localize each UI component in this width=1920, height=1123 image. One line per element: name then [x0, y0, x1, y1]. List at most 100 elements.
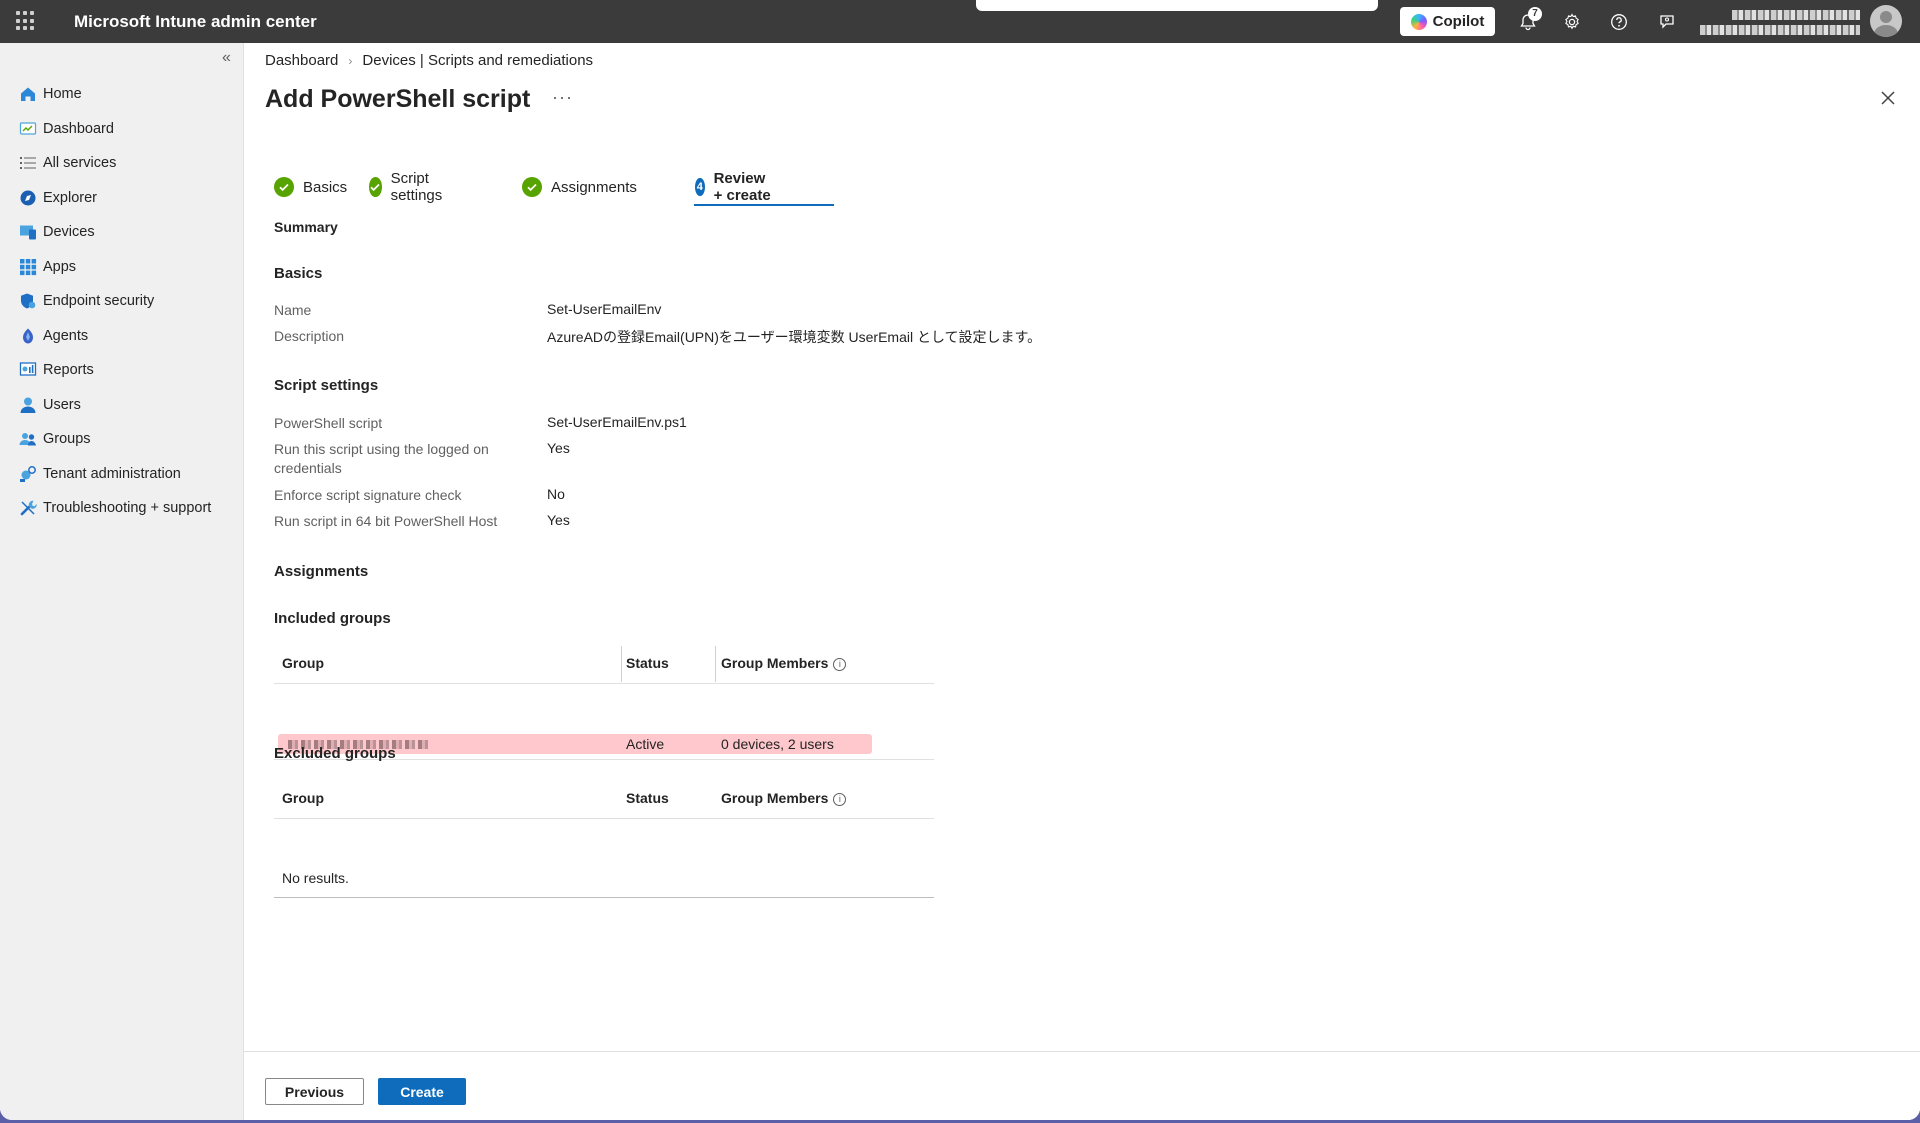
column-header-status[interactable]: Status	[626, 779, 669, 817]
close-button[interactable]	[1877, 87, 1899, 109]
settings-button[interactable]	[1560, 10, 1584, 34]
chevron-right-icon: ›	[348, 53, 353, 68]
sidebar-item-all-services[interactable]: All services	[0, 146, 243, 181]
run-64bit-value: Yes	[547, 512, 570, 528]
more-options-icon[interactable]: ···	[552, 87, 573, 108]
avatar[interactable]	[1870, 5, 1902, 37]
previous-button[interactable]: Previous	[265, 1078, 364, 1105]
sidebar-item-home[interactable]: Home	[0, 77, 243, 112]
info-icon[interactable]: i	[833, 793, 847, 806]
agents-icon	[18, 326, 38, 346]
sidebar-item-devices[interactable]: Devices	[0, 215, 243, 250]
run-logged-on-label: Run this script using the logged on cred…	[274, 441, 489, 476]
step-label: Basics	[303, 178, 348, 196]
top-bar: Microsoft Intune admin center Copilot 7	[0, 0, 1920, 43]
tenant-icon	[18, 464, 38, 484]
breadcrumb-dashboard[interactable]: Dashboard	[265, 52, 338, 69]
tab-basics[interactable]: Basics	[274, 173, 347, 201]
sidebar-item-reports[interactable]: Reports	[0, 353, 243, 388]
powershell-script-value: Set-UserEmailEnv.ps1	[547, 414, 687, 430]
copilot-icon	[1410, 13, 1427, 30]
sidebar: « Home Dashboard All services Explorer D…	[0, 43, 244, 1120]
sidebar-item-label: Devices	[43, 224, 95, 241]
active-step-indicator	[694, 204, 834, 206]
tab-script-settings[interactable]: Script settings	[369, 170, 450, 204]
signature-check-value: No	[547, 486, 565, 502]
column-header-group[interactable]: Group	[282, 644, 324, 682]
sidebar-item-label: Users	[43, 396, 81, 413]
run-64bit-label: Run script in 64 bit PowerShell Host	[274, 513, 498, 529]
copilot-label: Copilot	[1432, 13, 1485, 30]
name-label: Name	[274, 302, 312, 318]
sidebar-item-label: Troubleshooting + support	[43, 500, 212, 517]
app-title[interactable]: Microsoft Intune admin center	[74, 12, 317, 32]
create-button[interactable]: Create	[378, 1078, 466, 1105]
sidebar-item-label: Groups	[43, 431, 91, 448]
sidebar-item-users[interactable]: Users	[0, 388, 243, 423]
tab-review-create[interactable]: 4 Review + create	[695, 170, 774, 204]
tab-assignments[interactable]: Assignments	[522, 173, 637, 201]
sidebar-nav: Home Dashboard All services Explorer Dev…	[0, 77, 243, 526]
signature-check-label: Enforce script signature check	[274, 487, 462, 503]
description-label: Description	[274, 328, 345, 344]
info-icon[interactable]: i	[833, 658, 847, 671]
sidebar-item-explorer[interactable]: Explorer	[0, 181, 243, 216]
column-header-group[interactable]: Group	[282, 779, 324, 817]
column-header-status[interactable]: Status	[626, 644, 669, 682]
notifications-button[interactable]: 7	[1516, 7, 1542, 34]
wrench-icon	[18, 498, 38, 518]
feedback-icon	[1660, 15, 1674, 29]
column-divider[interactable]	[621, 646, 622, 682]
home-icon	[18, 84, 38, 104]
explorer-icon	[18, 188, 38, 208]
sidebar-item-tenant-administration[interactable]: Tenant administration	[0, 457, 243, 492]
name-value: Set-UserEmailEnv	[547, 301, 662, 317]
column-divider[interactable]	[715, 646, 716, 682]
sidebar-item-endpoint-security[interactable]: Endpoint security	[0, 284, 243, 319]
step-label: Script settings	[390, 170, 443, 204]
sidebar-item-label: Endpoint security	[43, 293, 155, 310]
sidebar-item-troubleshooting-support[interactable]: Troubleshooting + support	[0, 491, 243, 526]
app-launcher-icon[interactable]	[16, 11, 36, 31]
empty-state-text: No results.	[282, 870, 349, 886]
sidebar-item-label: Agents	[43, 327, 89, 344]
divider	[274, 683, 934, 684]
script-settings-heading: Script settings	[274, 377, 379, 394]
copilot-button[interactable]: Copilot	[1400, 7, 1495, 36]
app-window: Microsoft Intune admin center Copilot 7 …	[0, 0, 1920, 1120]
collapse-sidebar-icon[interactable]: «	[222, 49, 231, 67]
description-value: AzureADの登録Email(UPN)をユーザー環境変数 UserEmail …	[547, 329, 1042, 345]
sidebar-item-agents[interactable]: Agents	[0, 319, 243, 354]
main-content: Dashboard › Devices | Scripts and remedi…	[244, 43, 1920, 1120]
user-icon	[18, 395, 38, 415]
search-input[interactable]	[976, 0, 1378, 11]
column-header-label: Group Members	[721, 655, 829, 671]
sidebar-item-label: Reports	[43, 362, 94, 379]
help-button[interactable]	[1607, 10, 1631, 34]
step-label: Review + create	[713, 170, 771, 204]
column-header-group-members[interactable]: Group Members i	[721, 644, 847, 682]
dashboard-icon	[18, 119, 38, 139]
summary-heading: Summary	[274, 219, 338, 235]
sidebar-item-groups[interactable]: Groups	[0, 422, 243, 457]
table-header: Group Status Group Members i	[274, 779, 934, 817]
step-number-badge: 4	[695, 178, 705, 196]
group-members-cell: 0 devices, 2 users	[721, 736, 834, 752]
run-logged-on-value: Yes	[547, 440, 570, 456]
close-icon	[1881, 91, 1895, 105]
account-info[interactable]	[1690, 6, 1860, 38]
column-header-group-members[interactable]: Group Members i	[721, 779, 847, 817]
sidebar-item-label: Tenant administration	[43, 465, 181, 482]
sidebar-item-label: Dashboard	[43, 120, 114, 137]
sidebar-item-dashboard[interactable]: Dashboard	[0, 112, 243, 147]
notification-badge: 7	[1528, 7, 1542, 21]
sidebar-item-apps[interactable]: Apps	[0, 250, 243, 285]
feedback-button[interactable]	[1655, 10, 1679, 34]
table-header: Group Status Group Members i	[274, 644, 934, 682]
breadcrumb-scripts-remediations[interactable]: Devices | Scripts and remediations	[362, 52, 593, 69]
excluded-groups-table: Group Status Group Members i No results.	[274, 779, 934, 899]
powershell-script-label: PowerShell script	[274, 415, 383, 431]
sidebar-item-label: Home	[43, 86, 82, 103]
groups-icon	[18, 429, 38, 449]
status-cell: Active	[626, 736, 665, 752]
